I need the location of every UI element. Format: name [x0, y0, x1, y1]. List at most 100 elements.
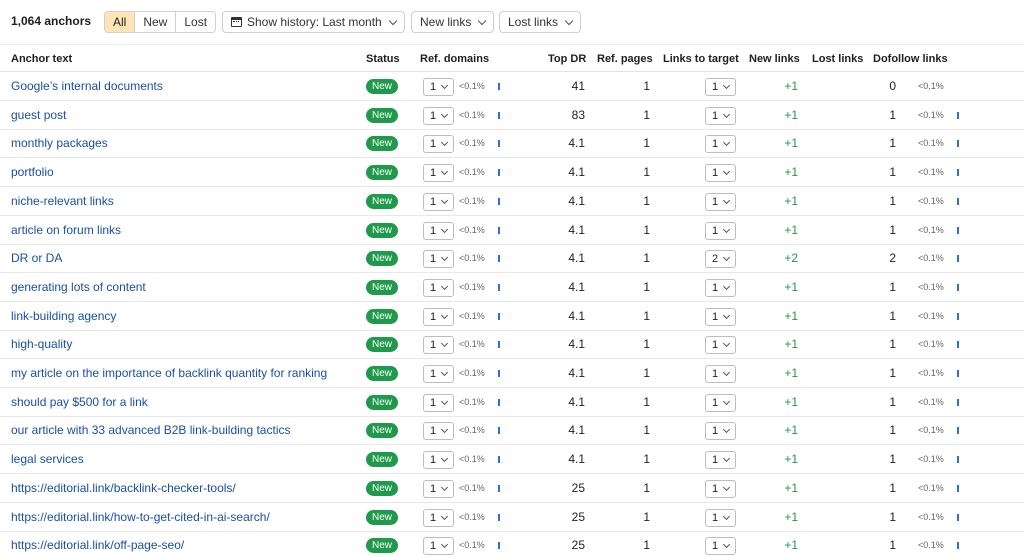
ref-domains-select[interactable]: 1: [423, 278, 454, 297]
ref-domains-bar: [498, 370, 500, 377]
top-dr-value: 4.1: [568, 222, 585, 237]
chevron-down-icon: [564, 16, 574, 25]
anchor-text-link[interactable]: article on forum links: [11, 216, 121, 244]
anchor-text-link[interactable]: link-building agency: [11, 302, 116, 330]
col-links-to-target[interactable]: Links to target: [663, 53, 739, 65]
links-to-target-select[interactable]: 1: [705, 307, 736, 326]
status-badge: New: [366, 509, 399, 525]
status-badge: New: [366, 193, 399, 209]
anchor-text-link[interactable]: niche-relevant links: [11, 187, 114, 215]
anchor-text-link[interactable]: https://editorial.link/backlink-checker-…: [11, 474, 236, 502]
col-anchor-text[interactable]: Anchor text: [11, 53, 72, 65]
links-to-target-select[interactable]: 1: [705, 393, 736, 412]
ref-domains-select[interactable]: 1: [423, 451, 454, 470]
filter-lost-button[interactable]: Lost: [175, 12, 216, 32]
ref-domains-select[interactable]: 1: [423, 250, 454, 269]
top-dr-value: 4.1: [568, 394, 585, 409]
ref-domains-select[interactable]: 1: [423, 164, 454, 183]
ref-domains-select[interactable]: 1: [423, 78, 454, 96]
filter-new-button[interactable]: New: [134, 12, 176, 32]
ref-pages-value: 1: [643, 107, 650, 122]
ref-domains-select[interactable]: 1: [423, 537, 454, 556]
new-links-dropdown[interactable]: New links: [411, 11, 495, 33]
anchor-text-link[interactable]: generating lots of content: [11, 273, 146, 301]
ref-domains-bar: [498, 513, 500, 521]
links-to-target-select[interactable]: 1: [705, 164, 736, 183]
anchor-text-link[interactable]: https://editorial.link/how-to-get-cited-…: [11, 503, 270, 531]
ref-domains-select[interactable]: 1: [423, 393, 454, 412]
ref-domains-bar: [498, 255, 500, 263]
anchor-text-link[interactable]: Google’s internal documents: [11, 72, 163, 100]
top-dr-value: 25: [571, 480, 585, 495]
anchor-text-link[interactable]: https://editorial.link/off-page-seo/: [11, 531, 184, 557]
links-to-target-select[interactable]: 1: [705, 422, 736, 441]
new-links-value: +1: [784, 308, 798, 323]
ref-domains-select[interactable]: 1: [423, 508, 454, 527]
links-to-target-select[interactable]: 1: [705, 135, 736, 154]
dofollow-links-value: 1: [889, 337, 896, 352]
lost-links-dropdown[interactable]: Lost links: [499, 11, 582, 33]
table-row: our article with 33 advanced B2B link-bu…: [0, 416, 1024, 446]
ref-domains-select[interactable]: 1: [423, 135, 454, 154]
dofollow-bar: [957, 197, 959, 205]
show-history-dropdown[interactable]: Show history: Last month: [222, 11, 405, 33]
ref-domains-select[interactable]: 1: [423, 307, 454, 326]
ref-pages-value: 1: [643, 222, 650, 237]
anchor-text-link[interactable]: monthly packages: [11, 129, 108, 157]
links-to-target-select[interactable]: 1: [705, 106, 736, 125]
anchor-text-link[interactable]: DR or DA: [11, 244, 62, 272]
links-to-target-select[interactable]: 1: [705, 451, 736, 470]
dofollow-percent: <0.1%: [918, 482, 944, 493]
links-to-target-select[interactable]: 1: [705, 336, 736, 355]
new-links-value: +2: [784, 251, 798, 266]
dofollow-links-value: 1: [889, 509, 896, 524]
col-ref-domains[interactable]: Ref. domains: [420, 53, 489, 65]
col-new-links[interactable]: New links: [749, 53, 800, 65]
links-to-target-select[interactable]: 1: [705, 508, 736, 527]
ref-domains-select[interactable]: 1: [423, 221, 454, 240]
links-to-target-select[interactable]: 1: [705, 365, 736, 383]
top-dr-value: 4.1: [568, 337, 585, 352]
anchor-text-link[interactable]: our article with 33 advanced B2B link-bu…: [11, 416, 290, 444]
links-to-target-select[interactable]: 1: [705, 221, 736, 240]
ref-domains-bar: [498, 111, 500, 119]
col-top-dr[interactable]: Top DR: [548, 53, 586, 65]
dofollow-links-value: 1: [889, 452, 896, 467]
col-status[interactable]: Status: [366, 53, 400, 65]
anchor-text-link[interactable]: portfolio: [11, 158, 54, 186]
new-links-label: New links: [420, 15, 472, 29]
anchor-text-link[interactable]: legal services: [11, 445, 84, 473]
ref-domains-select[interactable]: 1: [423, 479, 454, 498]
top-dr-value: 4.1: [568, 136, 585, 151]
ref-domains-select[interactable]: 1: [423, 106, 454, 125]
ref-pages-value: 1: [643, 480, 650, 495]
anchor-text-link[interactable]: guest post: [11, 101, 66, 129]
ref-domains-select[interactable]: 1: [423, 422, 454, 441]
anchor-text-link[interactable]: my article on the importance of backlink…: [11, 359, 327, 387]
dofollow-percent: <0.1%: [918, 195, 944, 206]
anchor-text-link[interactable]: high-quality: [11, 330, 72, 358]
anchor-text-link[interactable]: should pay $500 for a link: [11, 388, 148, 416]
col-lost-links[interactable]: Lost links: [812, 53, 863, 65]
col-ref-pages[interactable]: Ref. pages: [597, 53, 653, 65]
links-to-target-select[interactable]: 1: [705, 278, 736, 297]
ref-domains-select[interactable]: 1: [423, 192, 454, 211]
links-to-target-select[interactable]: 1: [705, 479, 736, 498]
col-dofollow-links[interactable]: Dofollow links: [873, 53, 948, 65]
top-dr-value: 4.1: [568, 308, 585, 323]
links-to-target-select[interactable]: 1: [705, 78, 736, 96]
ref-domains-select[interactable]: 1: [423, 336, 454, 355]
top-dr-value: 25: [571, 538, 585, 553]
dofollow-bar: [957, 370, 959, 377]
filter-all-button[interactable]: All: [105, 12, 135, 32]
new-links-value: +1: [784, 222, 798, 237]
links-to-target-select[interactable]: 1: [705, 537, 736, 556]
ref-domains-percent: <0.1%: [459, 482, 485, 493]
show-history-label: Show history: Last month: [247, 15, 382, 29]
links-to-target-select[interactable]: 2: [705, 250, 736, 269]
links-to-target-select[interactable]: 1: [705, 192, 736, 211]
ref-pages-value: 1: [643, 79, 650, 93]
dofollow-bar: [957, 255, 959, 263]
ref-domains-select[interactable]: 1: [423, 365, 454, 383]
ref-domains-percent: <0.1%: [459, 281, 485, 292]
